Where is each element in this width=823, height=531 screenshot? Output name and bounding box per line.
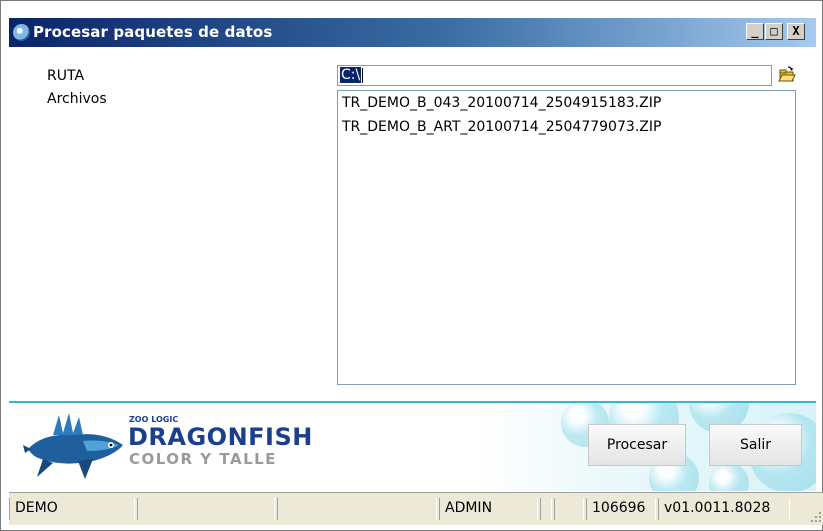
logo-brand-main: DRAGONFISH — [128, 423, 313, 451]
close-button[interactable]: X — [787, 23, 805, 40]
exit-button[interactable]: Salir — [709, 424, 802, 466]
status-cell-user: ADMIN — [439, 498, 538, 520]
archivos-label: Archivos — [47, 91, 107, 107]
app-globe-icon — [13, 24, 30, 41]
ruta-label: RUTA — [47, 68, 85, 84]
open-folder-icon — [778, 66, 796, 82]
logo-brand-sub: COLOR Y TALLE — [129, 450, 277, 468]
decor-bubble — [709, 463, 749, 491]
title-bar[interactable]: Procesar paquetes de datos _ □ X — [9, 18, 816, 47]
path-input[interactable]: C:\ — [337, 65, 772, 86]
window-title: Procesar paquetes de datos — [33, 23, 273, 41]
minimize-button[interactable]: _ — [746, 23, 764, 40]
list-item[interactable]: TR_DEMO_B_ART_20100714_2504779073.ZIP — [338, 115, 795, 139]
path-value: C:\ — [340, 67, 362, 83]
status-cell-2 — [137, 498, 275, 520]
resize-grip-icon[interactable] — [810, 511, 822, 523]
app-window: Procesar paquetes de datos _ □ X RUTA Ar… — [0, 0, 823, 531]
brand-banner: ZOO LOGIC DRAGONFISH COLOR Y TALLE — [9, 403, 816, 491]
dragonfish-logo-icon — [23, 413, 123, 479]
maximize-button[interactable]: □ — [765, 23, 783, 40]
status-cell-6 — [554, 498, 584, 520]
list-item[interactable]: TR_DEMO_B_043_20100714_2504915183.ZIP — [338, 91, 795, 115]
text-caret — [362, 67, 364, 83]
process-button[interactable]: Procesar — [588, 424, 686, 466]
status-cell-company: DEMO — [9, 498, 135, 520]
status-bar: DEMO ADMIN 106696 v01.0011.8028 — [9, 492, 823, 525]
status-cell-version: v01.0011.8028 — [658, 498, 790, 520]
files-listbox[interactable]: TR_DEMO_B_043_20100714_2504915183.ZIP TR… — [337, 90, 796, 385]
browse-folder-button[interactable] — [776, 65, 798, 86]
status-cell-number: 106696 — [586, 498, 656, 520]
status-cell-5 — [540, 498, 552, 520]
status-cell-3 — [277, 498, 437, 520]
